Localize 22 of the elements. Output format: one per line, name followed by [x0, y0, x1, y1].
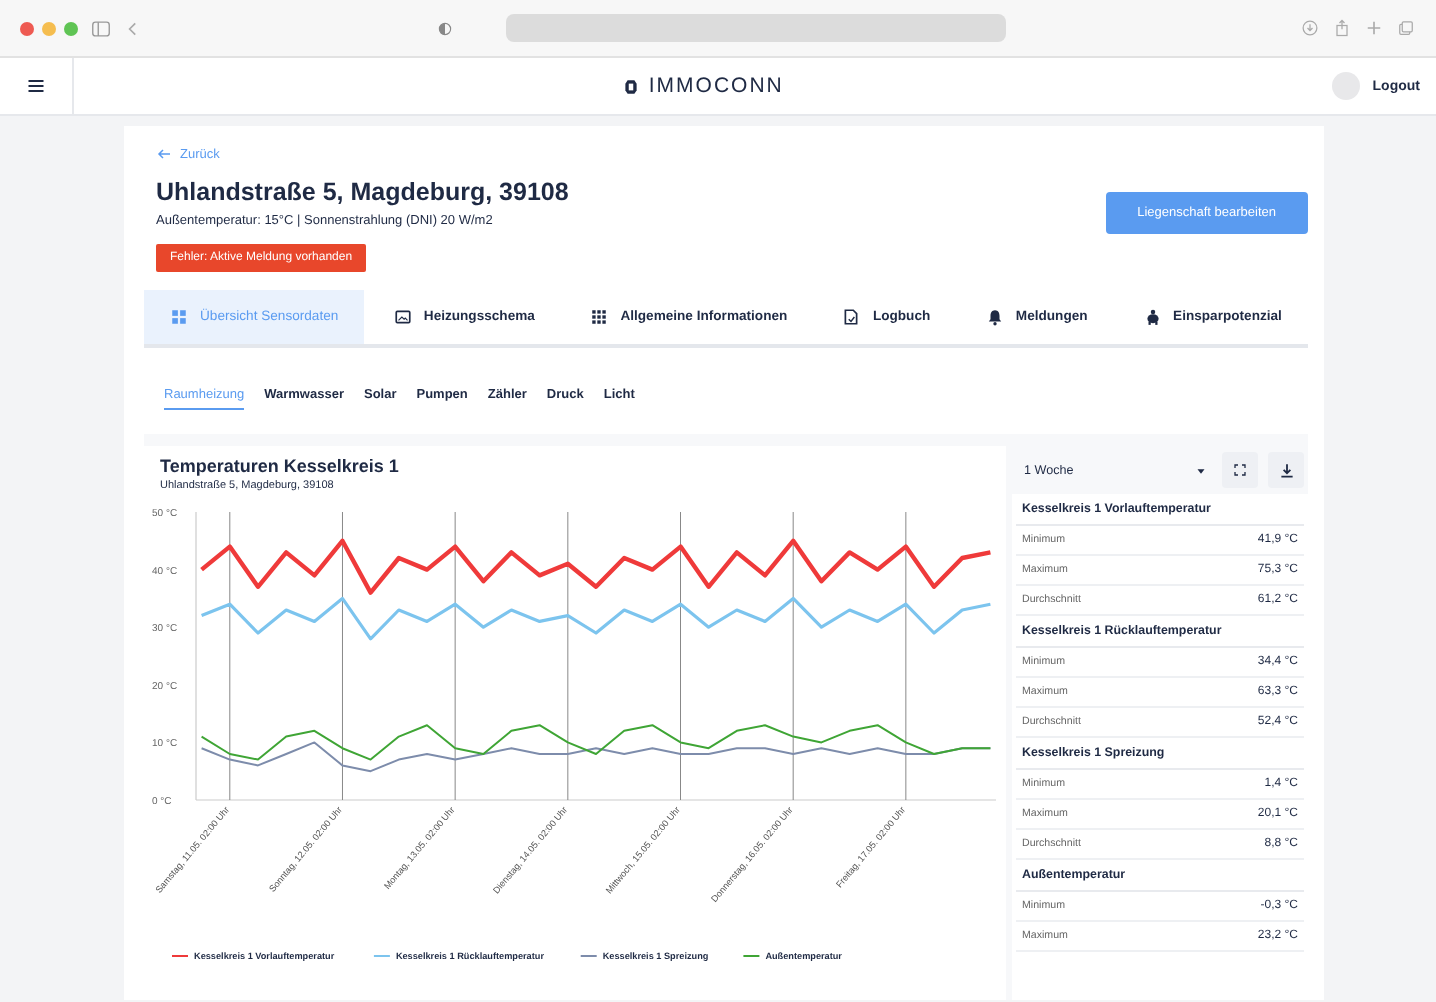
chart-title: Temperaturen Kesselkreis 1	[160, 456, 401, 476]
bell-icon	[985, 308, 1004, 326]
image-icon	[393, 308, 412, 326]
fullscreen-button[interactable]	[1222, 452, 1258, 488]
property-title: Uhlandstraße 5, Magdeburg, 39108	[156, 178, 569, 206]
logo-icon	[622, 75, 641, 97]
window-controls[interactable]	[20, 21, 78, 35]
download-button[interactable]	[1268, 452, 1304, 488]
expand-icon	[1232, 462, 1248, 478]
tabs-icon	[1396, 18, 1416, 38]
share-icon	[1332, 18, 1352, 38]
plus-icon	[1364, 18, 1384, 38]
logo-text: IMMOCONN	[648, 74, 784, 98]
sidebar-icon	[90, 17, 112, 39]
download-icon	[1277, 461, 1295, 479]
download-icon	[1300, 18, 1320, 38]
menu-icon[interactable]	[26, 76, 46, 96]
caret-icon	[1194, 463, 1208, 477]
document-check-icon	[842, 308, 861, 326]
dot-grid-icon	[590, 308, 609, 326]
grid-icon	[170, 308, 188, 326]
arrow-left-icon	[156, 146, 172, 162]
